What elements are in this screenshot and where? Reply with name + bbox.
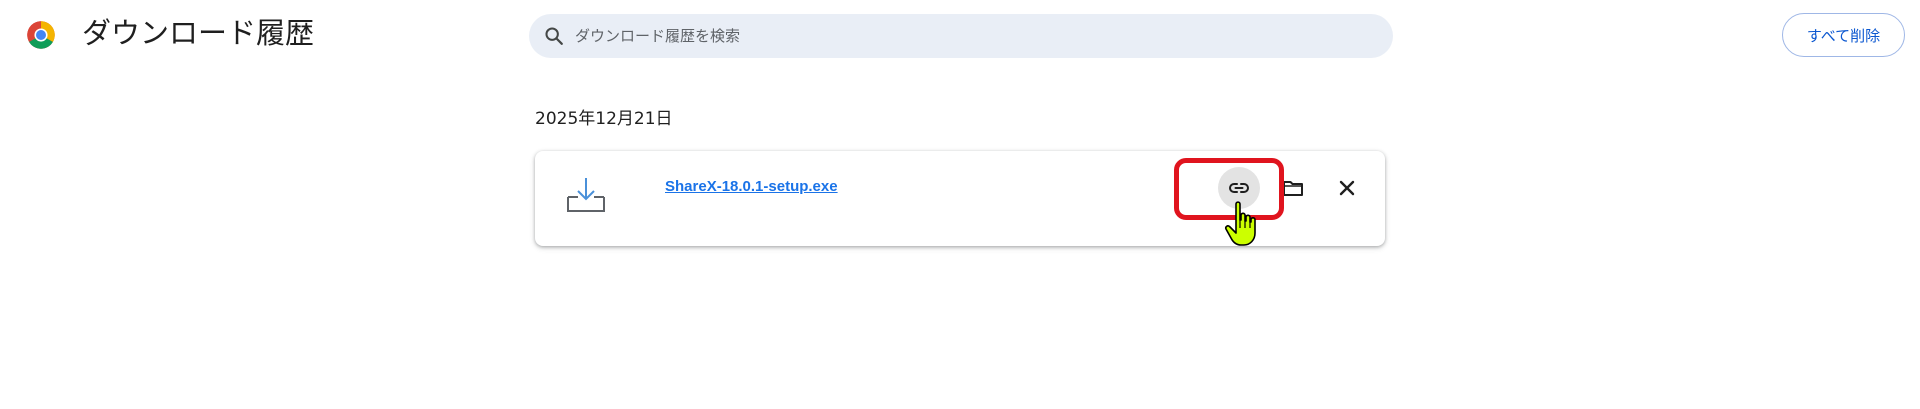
search-input[interactable]	[569, 14, 1369, 58]
folder-icon	[1283, 181, 1303, 196]
downloads-page: ダウンロード履歴 すべて削除 2025年12月21日 ShareX-18.0.1…	[0, 0, 1920, 409]
chrome-logo-icon	[27, 21, 55, 49]
date-heading: 2025年12月21日	[535, 109, 673, 129]
download-item-card: ShareX-18.0.1-setup.exe	[535, 151, 1385, 246]
close-icon	[1339, 180, 1355, 196]
remove-download-button[interactable]	[1326, 167, 1368, 209]
link-icon	[1229, 183, 1249, 193]
search-bar[interactable]	[529, 14, 1393, 58]
download-file-icon	[567, 178, 605, 212]
download-filename-link[interactable]: ShareX-18.0.1-setup.exe	[665, 178, 838, 195]
show-in-folder-button[interactable]	[1272, 167, 1314, 209]
page-title: ダウンロード履歴	[82, 16, 315, 50]
search-icon	[545, 27, 563, 45]
copy-link-button[interactable]	[1218, 167, 1260, 209]
clear-all-button[interactable]: すべて削除	[1782, 13, 1905, 57]
